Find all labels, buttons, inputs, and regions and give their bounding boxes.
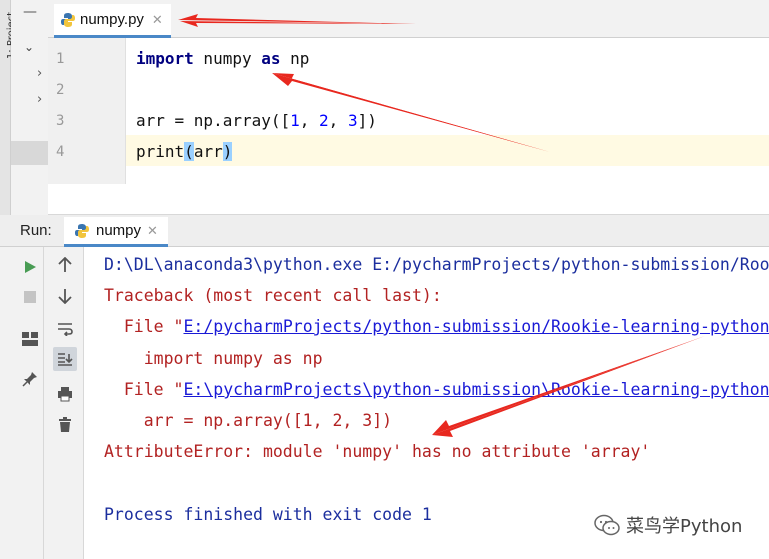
python-icon <box>75 223 89 238</box>
code-text: ]) <box>357 111 377 130</box>
run-label: Run: <box>20 222 52 239</box>
keyword-as: as <box>261 49 281 68</box>
soft-wrap-icon[interactable] <box>53 317 77 341</box>
chevron-down-icon[interactable]: ⌄ <box>24 40 34 54</box>
console-traceback-header: Traceback (most recent call last): <box>104 286 442 305</box>
editor-tab-numpy-py[interactable]: numpy.py ✕ <box>54 4 171 38</box>
trash-icon[interactable] <box>53 413 77 437</box>
function-name: print <box>136 142 185 161</box>
chevron-right-icon[interactable]: › <box>37 92 42 107</box>
code-line-4[interactable]: print(arr) <box>136 142 233 161</box>
minimize-icon[interactable]: — <box>23 4 37 20</box>
console-file-line: File "E:/pycharmProjects/python-submissi… <box>104 317 769 336</box>
file-path-link[interactable]: E:/pycharmProjects/python-submission/Roo… <box>183 317 769 336</box>
file-prefix: File " <box>104 380 184 399</box>
line-number: 2 <box>56 82 65 98</box>
line-number: 3 <box>56 113 65 129</box>
code-line-1[interactable]: import numpy as np <box>136 49 309 68</box>
run-tab-numpy[interactable]: numpy ✕ <box>64 217 168 247</box>
code-line-3[interactable]: arr = np.array([1, 2, 3]) <box>136 111 377 130</box>
brace-match: ) <box>222 142 233 161</box>
scroll-to-end-icon[interactable] <box>53 347 77 371</box>
code-text: arr = np.array([ <box>136 111 291 130</box>
project-tool-window-strip[interactable]: 1: Project <box>0 0 17 215</box>
editor-empty-area[interactable] <box>48 184 769 215</box>
run-toolbar-primary <box>0 247 44 559</box>
line-number: 4 <box>56 144 65 160</box>
number-literal: 3 <box>347 111 358 130</box>
code-text: , <box>299 111 320 130</box>
number-literal: 2 <box>319 111 329 130</box>
wechat-watermark: 菜鸟学Python <box>594 512 742 538</box>
close-tab-icon[interactable]: ✕ <box>147 223 158 239</box>
pin-icon[interactable] <box>18 367 42 391</box>
file-path-link[interactable]: E:\pycharmProjects\python-submission\Roo… <box>183 380 769 399</box>
python-file-icon <box>61 12 75 27</box>
file-prefix: File " <box>104 317 184 336</box>
console-error-message: AttributeError: module 'numpy' has no at… <box>104 442 651 461</box>
editor-tab-label: numpy.py <box>80 11 144 28</box>
run-toolbar-secondary <box>44 247 84 559</box>
wechat-icon <box>594 514 620 536</box>
watermark-text: 菜鸟学Python <box>626 516 743 537</box>
console-exit-message: Process finished with exit code 1 <box>104 505 432 524</box>
console-command-line: D:\DL\anaconda3\python.exe E:/pycharmPro… <box>104 255 769 274</box>
brace-match: ( <box>184 142 194 161</box>
close-tab-icon[interactable]: ✕ <box>152 12 163 28</box>
console-code-line: import numpy as np <box>104 349 323 368</box>
run-tool-window-header: Run: numpy ✕ <box>0 215 769 247</box>
tree-selected-row[interactable] <box>11 141 48 165</box>
number-literal: 1 <box>290 111 300 130</box>
editor-gutter: 1 2 3 4 <box>48 38 126 184</box>
chevron-right-icon[interactable]: › <box>37 66 42 81</box>
console-file-line: File "E:\pycharmProjects\python-submissi… <box>104 380 769 399</box>
module-name: numpy <box>193 49 262 68</box>
arrow-up-icon[interactable] <box>53 253 77 277</box>
code-editor[interactable]: import numpy as np arr = np.array([1, 2,… <box>126 38 769 184</box>
rerun-icon[interactable] <box>18 255 42 279</box>
project-tree-panel: — ⌄ › › <box>11 0 48 215</box>
keyword-import: import <box>136 49 194 68</box>
layout-icon[interactable] <box>18 327 42 351</box>
run-tab-label: numpy <box>96 222 142 239</box>
print-icon[interactable] <box>53 382 77 406</box>
editor-tab-bar: numpy.py ✕ <box>48 0 769 38</box>
alias-name: np <box>280 49 310 68</box>
line-number: 1 <box>56 51 65 67</box>
code-text: , <box>328 111 348 130</box>
console-code-line: arr = np.array([1, 2, 3]) <box>104 411 393 430</box>
stop-icon[interactable] <box>18 285 42 309</box>
arrow-down-icon[interactable] <box>53 284 77 308</box>
code-text: arr <box>193 142 223 161</box>
